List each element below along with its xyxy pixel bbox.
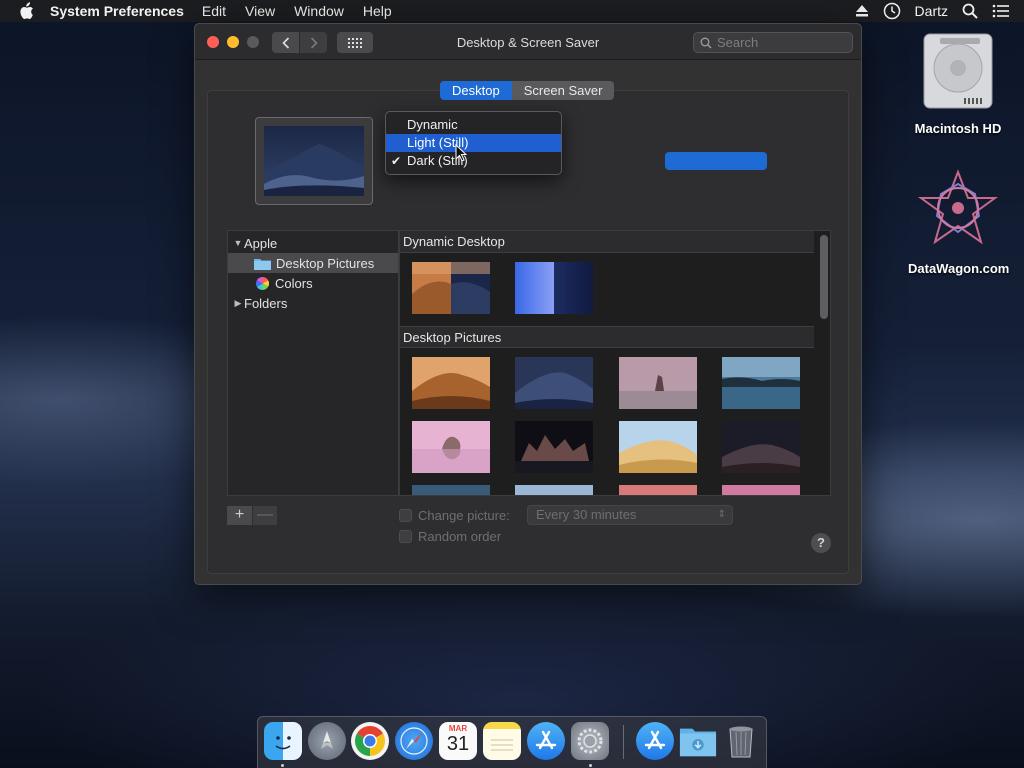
gallery-section-header: Desktop Pictures bbox=[400, 326, 814, 348]
search-icon bbox=[700, 37, 712, 49]
menu-bar: System Preferences Edit View Window Help… bbox=[0, 0, 1024, 22]
calendar-month: MAR bbox=[448, 724, 468, 733]
wallpaper-thumbnail[interactable] bbox=[722, 485, 800, 496]
source-list-item-colors[interactable]: Colors bbox=[228, 273, 398, 293]
launchpad-icon[interactable] bbox=[308, 722, 346, 760]
system-preferences-icon[interactable] bbox=[571, 722, 609, 760]
notification-center-icon[interactable] bbox=[992, 4, 1010, 18]
calendar-day: 31 bbox=[446, 733, 470, 755]
wallpaper-thumbnail[interactable] bbox=[619, 357, 697, 409]
color-wheel-icon bbox=[256, 276, 269, 290]
chevron-updown-icon: ⇕ bbox=[717, 509, 726, 520]
search-field[interactable] bbox=[693, 32, 853, 53]
menu-help[interactable]: Help bbox=[363, 3, 392, 19]
menu-item-label: Dynamic bbox=[407, 117, 458, 132]
desktop-icon-label: Macintosh HD bbox=[914, 121, 1002, 136]
datawagon-logo-icon bbox=[917, 169, 999, 245]
checkmark-icon: ✔ bbox=[391, 154, 402, 168]
wallpaper-thumbnail[interactable] bbox=[412, 357, 490, 409]
desktop-icon-label: DataWagon.com bbox=[908, 261, 1010, 276]
appearance-dropdown-menu: Dynamic Light (Still) ✔ Dark (Still) bbox=[385, 111, 562, 175]
remove-folder-button[interactable]: — bbox=[252, 506, 277, 525]
wallpaper-thumbnail[interactable] bbox=[619, 485, 697, 496]
menu-item-light-still[interactable]: Light (Still) bbox=[386, 134, 561, 152]
calendar-icon[interactable]: MAR 31 bbox=[439, 722, 477, 760]
dock-separator bbox=[623, 725, 624, 759]
disclosure-right-icon[interactable]: ▶ bbox=[232, 298, 244, 309]
source-list-group-folders[interactable]: ▶ Folders bbox=[228, 293, 398, 313]
menu-item-dynamic[interactable]: Dynamic bbox=[386, 116, 561, 134]
tab-desktop[interactable]: Desktop bbox=[440, 81, 512, 100]
source-list-label: Colors bbox=[275, 275, 313, 291]
gallery-section-header: Dynamic Desktop bbox=[400, 231, 814, 253]
change-interval-value: Every 30 minutes bbox=[536, 507, 637, 522]
menu-view[interactable]: View bbox=[245, 3, 275, 19]
appearance-popup-button[interactable] bbox=[665, 152, 767, 170]
current-wallpaper-preview bbox=[255, 117, 373, 205]
gallery-scrollbar[interactable] bbox=[820, 235, 828, 319]
tab-selector: Desktop Screen Saver bbox=[440, 81, 615, 100]
running-indicator bbox=[281, 764, 284, 767]
wallpaper-thumbnail[interactable] bbox=[722, 421, 800, 473]
tab-screen-saver[interactable]: Screen Saver bbox=[511, 81, 615, 100]
wallpaper-thumbnail[interactable] bbox=[412, 262, 490, 314]
notes-icon[interactable] bbox=[483, 722, 521, 760]
eject-icon[interactable] bbox=[855, 5, 869, 17]
add-folder-button[interactable]: + bbox=[227, 506, 252, 525]
app-store-downloads-icon[interactable] bbox=[636, 722, 674, 760]
folder-icon bbox=[254, 257, 271, 270]
apple-menu-icon[interactable] bbox=[18, 2, 36, 20]
wallpaper-gallery: Dynamic Desktop Desktop Pictures bbox=[399, 230, 831, 496]
random-order-row: Random order bbox=[399, 529, 501, 544]
finder-icon[interactable] bbox=[264, 722, 302, 760]
change-picture-checkbox[interactable] bbox=[399, 509, 412, 522]
disclosure-down-icon[interactable]: ▼ bbox=[232, 238, 244, 248]
wallpaper-thumbnail[interactable] bbox=[722, 357, 800, 409]
random-order-label: Random order bbox=[418, 529, 502, 544]
wallpaper-thumbnail[interactable] bbox=[515, 421, 593, 473]
macintosh-hd-desktop-icon[interactable]: Macintosh HD bbox=[908, 32, 1008, 136]
datawagon-desktop-icon[interactable]: DataWagon.com bbox=[908, 168, 1010, 276]
spotlight-search-icon[interactable] bbox=[962, 3, 978, 19]
wallpaper-thumbnail[interactable] bbox=[515, 485, 593, 496]
wallpaper-thumbnail[interactable] bbox=[412, 421, 490, 473]
hard-drive-icon bbox=[923, 33, 993, 109]
folder-buttons: + — bbox=[227, 506, 277, 525]
mouse-cursor-icon bbox=[455, 144, 467, 162]
safari-icon[interactable] bbox=[395, 722, 433, 760]
app-store-icon[interactable] bbox=[527, 722, 565, 760]
menu-edit[interactable]: Edit bbox=[202, 3, 226, 19]
source-list: ▼ Apple Desktop Pictures Colors ▶ Folder… bbox=[227, 230, 399, 496]
source-list-item-desktop-pictures[interactable]: Desktop Pictures bbox=[228, 253, 398, 273]
source-list-group-apple[interactable]: ▼ Apple bbox=[228, 233, 398, 253]
running-indicator bbox=[589, 764, 592, 767]
source-list-label: Desktop Pictures bbox=[276, 255, 375, 271]
menu-window[interactable]: Window bbox=[294, 3, 344, 19]
source-list-label: Apple bbox=[244, 235, 278, 251]
dock: MAR 31 bbox=[257, 716, 767, 768]
change-picture-label: Change picture: bbox=[418, 508, 510, 523]
random-order-checkbox[interactable] bbox=[399, 530, 412, 543]
change-interval-select[interactable]: Every 30 minutes ⇕ bbox=[527, 505, 733, 525]
user-name[interactable]: Dartz bbox=[915, 3, 948, 19]
wallpaper-thumbnail[interactable] bbox=[515, 357, 593, 409]
wallpaper-preview-image bbox=[264, 126, 364, 196]
wallpaper-thumbnail[interactable] bbox=[515, 262, 593, 314]
trash-icon[interactable] bbox=[722, 722, 760, 760]
search-input[interactable] bbox=[717, 35, 847, 50]
change-picture-row: Change picture: bbox=[399, 508, 510, 523]
time-machine-icon[interactable] bbox=[883, 2, 901, 20]
title-bar[interactable]: Desktop & Screen Saver bbox=[195, 24, 861, 60]
wallpaper-thumbnail[interactable] bbox=[412, 485, 490, 496]
wallpaper-thumbnail[interactable] bbox=[619, 421, 697, 473]
app-name-menu[interactable]: System Preferences bbox=[50, 3, 184, 19]
help-button[interactable]: ? bbox=[811, 533, 831, 553]
downloads-folder-icon[interactable] bbox=[679, 722, 717, 760]
preferences-window: Desktop & Screen Saver Desktop Screen Sa… bbox=[194, 23, 862, 585]
menu-item-dark-still[interactable]: ✔ Dark (Still) bbox=[386, 152, 561, 170]
chrome-icon[interactable] bbox=[351, 722, 389, 760]
source-list-label: Folders bbox=[244, 295, 288, 311]
